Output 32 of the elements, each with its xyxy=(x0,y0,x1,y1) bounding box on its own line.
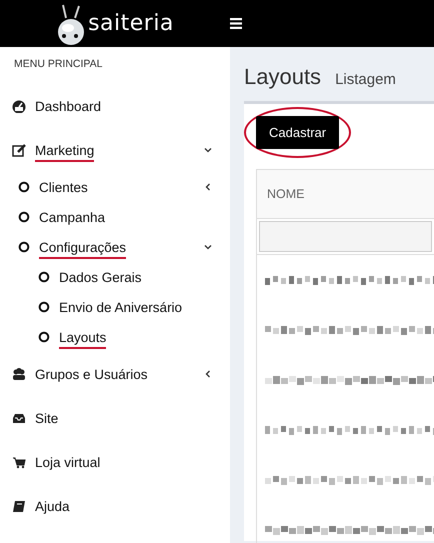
circle-icon xyxy=(38,271,50,283)
menu-item[interactable]: Envio de Aniversário xyxy=(59,300,182,316)
circle-icon xyxy=(18,241,30,253)
column-header[interactable]: NOME xyxy=(257,170,434,219)
menu-item[interactable]: Dados Gerais xyxy=(59,270,142,286)
menu-item[interactable]: Marketing xyxy=(35,142,94,162)
book-icon xyxy=(12,499,26,513)
logo-text: saiteria xyxy=(88,11,174,36)
edit-icon xyxy=(12,143,26,157)
menu-item[interactable]: Grupos e Usuários xyxy=(35,366,148,384)
gauge-icon xyxy=(12,99,26,113)
menu-heading: MENU PRINCIPAL xyxy=(13,58,104,70)
page-title: Layouts xyxy=(244,64,322,90)
circle-icon xyxy=(38,301,50,313)
add-button[interactable]: Cadastrar xyxy=(256,116,340,149)
users-icon xyxy=(12,367,26,381)
circle-icon xyxy=(18,181,30,193)
menu-item[interactable]: Layouts xyxy=(59,330,106,348)
menu-item[interactable]: Ajuda xyxy=(35,498,70,516)
menu-item[interactable]: Loja virtual xyxy=(35,454,100,472)
circle-icon xyxy=(18,211,30,223)
menu-item[interactable]: Configurações xyxy=(39,240,126,258)
inbox-icon xyxy=(12,411,26,425)
menu-item[interactable]: Site xyxy=(35,410,58,428)
menu-item[interactable]: Clientes xyxy=(39,180,88,196)
circle-icon xyxy=(38,331,50,343)
menu-item[interactable]: Campanha xyxy=(39,210,106,226)
cart-icon xyxy=(12,455,26,469)
menu-item[interactable]: Dashboard xyxy=(35,98,102,116)
filter-field[interactable] xyxy=(259,221,432,252)
page-subtitle: Listagem xyxy=(335,71,396,88)
menu-icon[interactable] xyxy=(230,18,242,29)
